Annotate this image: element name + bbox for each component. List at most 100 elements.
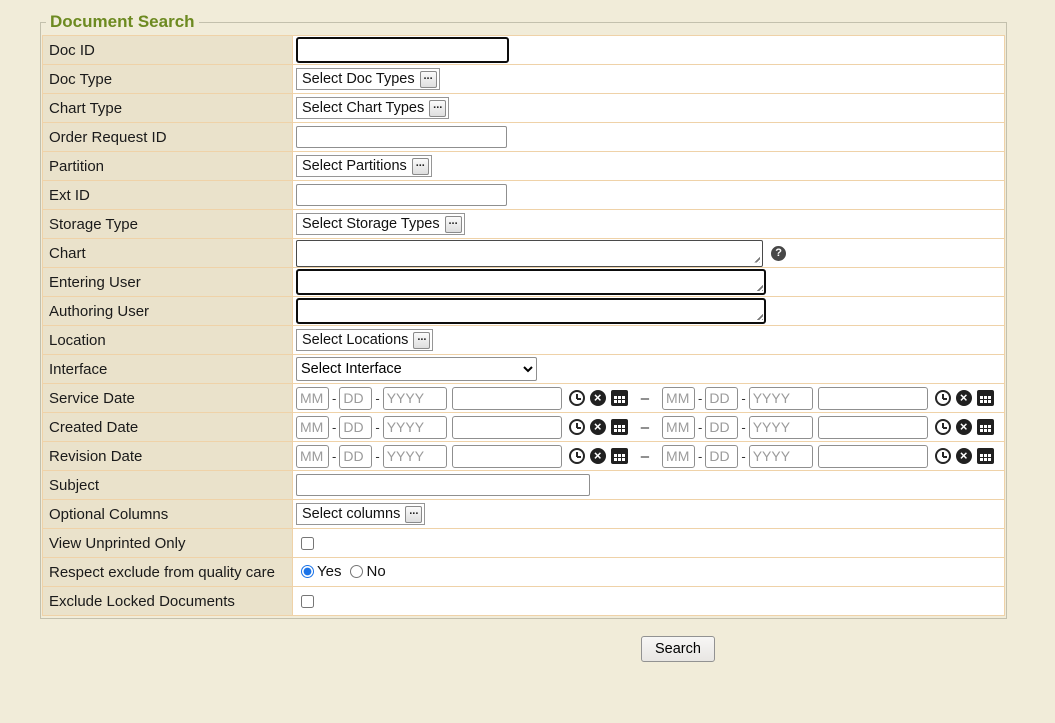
row-subject: Subject — [43, 471, 1005, 500]
clock-icon[interactable] — [569, 419, 585, 435]
location-picker[interactable]: Select Locations ... — [296, 329, 433, 351]
revision-date-label: Revision Date — [43, 442, 293, 471]
service-date-from-year-input[interactable] — [383, 387, 447, 410]
help-icon[interactable]: ? — [771, 246, 786, 261]
row-chart: Chart ? — [43, 239, 1005, 268]
clear-date-icon[interactable] — [590, 448, 606, 464]
clock-icon[interactable] — [935, 448, 951, 464]
created-date-to-year-input[interactable] — [749, 416, 813, 439]
order-request-id-input[interactable] — [296, 126, 507, 148]
clear-date-icon[interactable] — [956, 390, 972, 406]
storage-type-picker-text: Select Storage Types — [302, 216, 440, 232]
optional-columns-picker[interactable]: Select columns ... — [296, 503, 425, 525]
respect-exclude-yes-radio[interactable] — [301, 565, 314, 578]
chart-type-picker[interactable]: Select Chart Types ... — [296, 97, 449, 119]
created-date-to-day-input[interactable] — [705, 416, 738, 439]
created-date-from-day-input[interactable] — [339, 416, 372, 439]
service-date-from-icons — [569, 390, 628, 406]
service-date-to-day-input[interactable] — [705, 387, 738, 410]
calendar-icon[interactable] — [611, 419, 628, 435]
date-range-separator: – — [641, 448, 649, 465]
interface-select[interactable]: Select Interface — [296, 357, 537, 381]
doc-type-browse-button[interactable]: ... — [420, 71, 437, 88]
created-date-from-time-input[interactable] — [452, 416, 562, 439]
revision-date-from-day-input[interactable] — [339, 445, 372, 468]
chart-textarea[interactable] — [296, 240, 763, 267]
revision-date-from-month-input[interactable] — [296, 445, 329, 468]
location-browse-button[interactable]: ... — [413, 332, 430, 349]
date-part-separator: - — [698, 449, 702, 464]
ext-id-input[interactable] — [296, 184, 507, 206]
revision-date-range: - - – - - — [296, 445, 1004, 468]
service-date-from-time-input[interactable] — [452, 387, 562, 410]
partition-picker[interactable]: Select Partitions ... — [296, 155, 432, 177]
revision-date-to-year-input[interactable] — [749, 445, 813, 468]
service-date-from-day-input[interactable] — [339, 387, 372, 410]
clear-date-icon[interactable] — [590, 419, 606, 435]
revision-date-to-month-input[interactable] — [662, 445, 695, 468]
date-part-separator: - — [375, 420, 379, 435]
calendar-icon[interactable] — [977, 448, 994, 464]
service-date-to-year-input[interactable] — [749, 387, 813, 410]
chart-type-label: Chart Type — [43, 94, 293, 123]
search-button[interactable]: Search — [641, 636, 715, 662]
doc-id-input[interactable] — [296, 37, 509, 63]
row-storage-type: Storage Type Select Storage Types ... — [43, 210, 1005, 239]
calendar-icon[interactable] — [611, 448, 628, 464]
date-part-separator: - — [741, 449, 745, 464]
chart-type-browse-button[interactable]: ... — [429, 100, 446, 117]
storage-type-browse-button[interactable]: ... — [445, 216, 462, 233]
service-date-from-month-input[interactable] — [296, 387, 329, 410]
service-date-to-time-input[interactable] — [818, 387, 928, 410]
date-range-separator: – — [641, 419, 649, 436]
exclude-locked-checkbox[interactable] — [301, 595, 314, 608]
respect-exclude-no-radio[interactable] — [350, 565, 363, 578]
clear-date-icon[interactable] — [956, 448, 972, 464]
respect-exclude-radio-group: Yes No — [301, 563, 395, 580]
clock-icon[interactable] — [935, 419, 951, 435]
date-range-separator: – — [641, 390, 649, 407]
partition-browse-button[interactable]: ... — [412, 158, 429, 175]
clock-icon[interactable] — [569, 390, 585, 406]
row-authoring-user: Authoring User — [43, 297, 1005, 326]
optional-columns-picker-text: Select columns — [302, 506, 400, 522]
created-date-range: - - – - - — [296, 416, 1004, 439]
clear-date-icon[interactable] — [590, 390, 606, 406]
page-title: Document Search — [46, 12, 199, 32]
calendar-icon[interactable] — [611, 390, 628, 406]
row-doc-id: Doc ID — [43, 36, 1005, 65]
row-optional-columns: Optional Columns Select columns ... — [43, 500, 1005, 529]
ext-id-label: Ext ID — [43, 181, 293, 210]
clock-icon[interactable] — [935, 390, 951, 406]
service-date-to-icons — [935, 390, 994, 406]
storage-type-picker[interactable]: Select Storage Types ... — [296, 213, 465, 235]
created-date-to-time-input[interactable] — [818, 416, 928, 439]
created-date-to-month-input[interactable] — [662, 416, 695, 439]
created-date-from-year-input[interactable] — [383, 416, 447, 439]
revision-date-from-icons — [569, 448, 628, 464]
subject-input[interactable] — [296, 474, 590, 496]
view-unprinted-only-checkbox[interactable] — [301, 537, 314, 550]
date-part-separator: - — [332, 391, 336, 406]
date-part-separator: - — [375, 391, 379, 406]
clock-icon[interactable] — [569, 448, 585, 464]
revision-date-from-time-input[interactable] — [452, 445, 562, 468]
calendar-icon[interactable] — [977, 419, 994, 435]
doc-type-picker[interactable]: Select Doc Types ... — [296, 68, 440, 90]
revision-date-to-time-input[interactable] — [818, 445, 928, 468]
created-date-from-icons — [569, 419, 628, 435]
row-revision-date: Revision Date - - – - — [43, 442, 1005, 471]
revision-date-from-year-input[interactable] — [383, 445, 447, 468]
revision-date-to-day-input[interactable] — [705, 445, 738, 468]
row-view-unprinted-only: View Unprinted Only — [43, 529, 1005, 558]
partition-picker-text: Select Partitions — [302, 158, 407, 174]
storage-type-label: Storage Type — [43, 210, 293, 239]
authoring-user-input[interactable] — [296, 298, 766, 324]
clear-date-icon[interactable] — [956, 419, 972, 435]
authoring-user-label: Authoring User — [43, 297, 293, 326]
optional-columns-browse-button[interactable]: ... — [405, 506, 422, 523]
service-date-to-month-input[interactable] — [662, 387, 695, 410]
entering-user-input[interactable] — [296, 269, 766, 295]
created-date-from-month-input[interactable] — [296, 416, 329, 439]
calendar-icon[interactable] — [977, 390, 994, 406]
